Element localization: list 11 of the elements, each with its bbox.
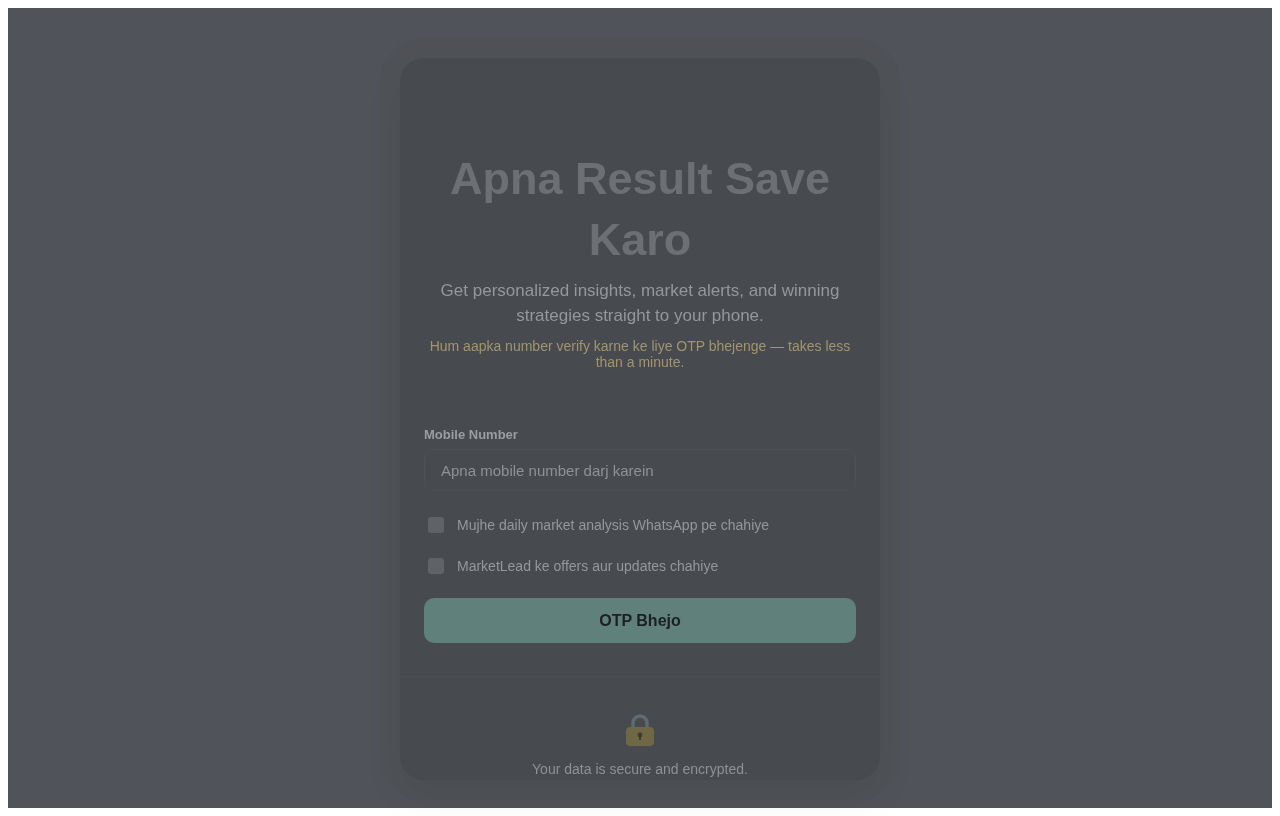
checkbox[interactable] — [428, 558, 444, 574]
checkbox[interactable] — [428, 517, 444, 533]
card-subtitle: Get personalized insights, market alerts, and winning strategies straight to your phone. — [439, 280, 841, 327]
submit-button[interactable]: OTP Bhejo — [424, 598, 856, 643]
checkbox-label: Mujhe daily market analysis WhatsApp pe chahiye — [457, 517, 770, 533]
lock-icon — [625, 713, 655, 746]
mobile-input[interactable]: Apna mobile number darj karein — [424, 449, 856, 491]
field-label: Mobile Number — [424, 427, 518, 443]
security-note: Your data is secure and encrypted. — [532, 761, 748, 777]
otp-note: Hum aapka number verify karne ke liye OTP bhejenge — takes less than a minute. — [428, 338, 852, 370]
checkbox-label: MarketLead ke offers aur updates chahiye — [457, 558, 719, 574]
